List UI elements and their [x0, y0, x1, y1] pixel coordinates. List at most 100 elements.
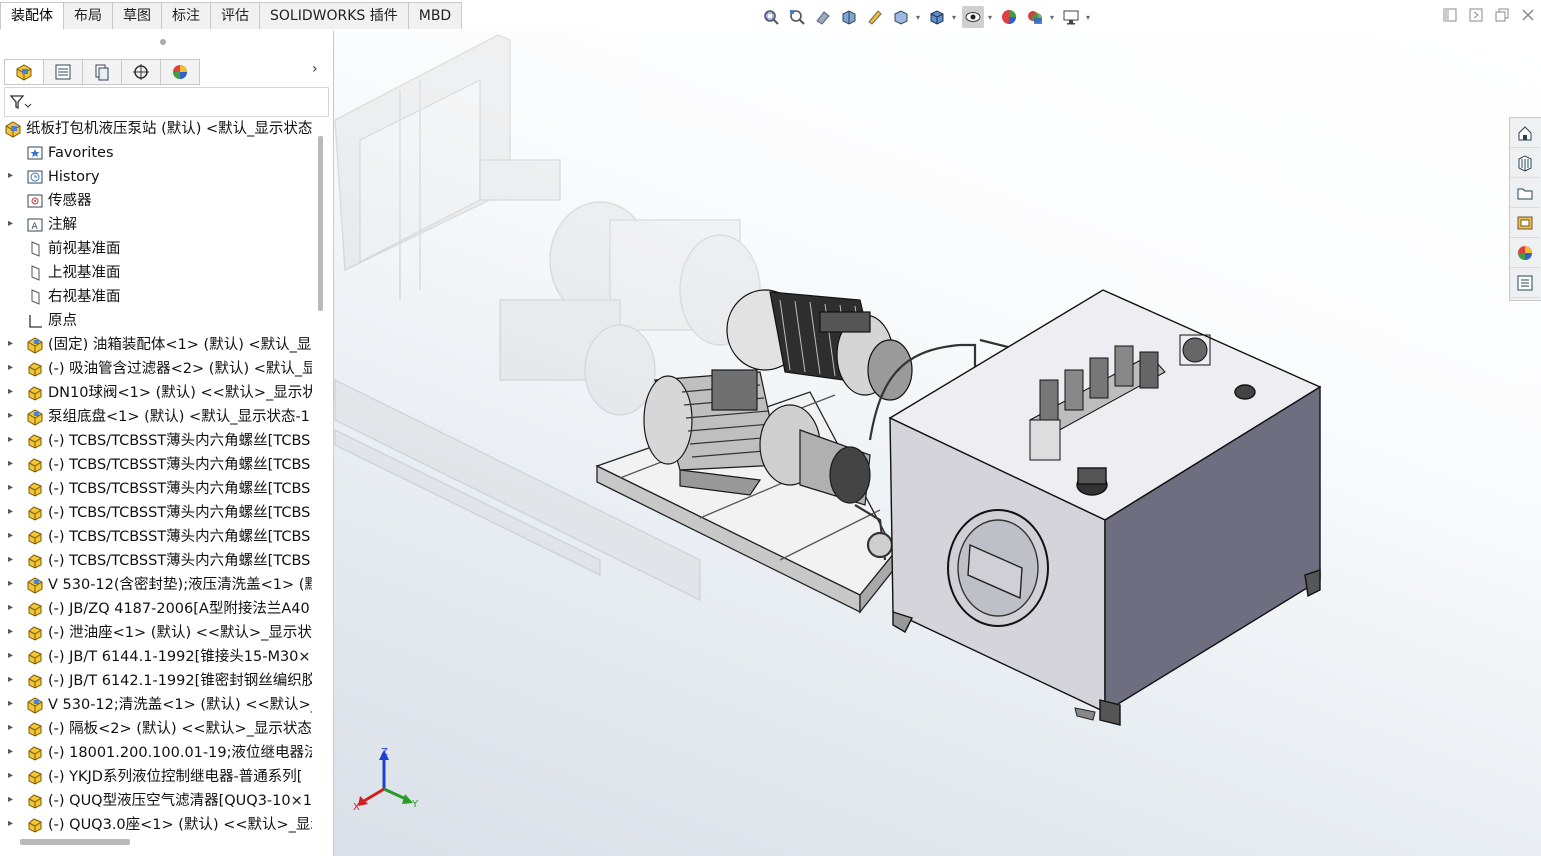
expand-caret-icon[interactable]: ▸ [8, 722, 16, 733]
hide-show-items-icon[interactable] [962, 6, 984, 28]
tree-item[interactable]: ▸ A 注解 [0, 213, 312, 237]
chevron-right-icon[interactable]: › [312, 61, 318, 77]
tree-item[interactable]: ▸ (-) JB/ZQ 4187-2006[A型附接法兰A40 [0, 597, 312, 621]
tab-assembly[interactable]: 装配体 [0, 2, 64, 29]
zoom-to-fit-icon[interactable] [760, 6, 782, 28]
tree-item[interactable]: ▸ DN10球阀<1> (默认) <<默认>_显示状 [0, 381, 312, 405]
tree-item[interactable]: Favorites [0, 141, 312, 165]
filter-icon[interactable] [9, 93, 33, 111]
tab-mbd[interactable]: MBD [407, 2, 463, 29]
tree-item[interactable]: ▸ (-) 隔板<2> (默认) <<默认>_显示状态 [0, 717, 312, 741]
expand-caret-icon[interactable]: ▸ [8, 602, 16, 613]
tree-item[interactable]: ▸ (-) JB/T 6142.1-1992[锥密封钢丝编织胶 [0, 669, 312, 693]
tree-item[interactable]: 前视基准面 [0, 237, 312, 261]
tree-item[interactable]: 上视基准面 [0, 261, 312, 285]
tree-item[interactable]: ▸ (-) 泄油座<1> (默认) <<默认>_显示状 [0, 621, 312, 645]
expand-caret-icon[interactable]: ▸ [8, 698, 16, 709]
expand-caret-icon[interactable]: ▸ [8, 626, 16, 637]
featuremanager-tree-icon[interactable] [4, 59, 44, 85]
tree-item[interactable]: ▸ (-) YKJD系列液位控制继电器-普通系列[ [0, 765, 312, 789]
tab-evaluate[interactable]: 评估 [210, 2, 260, 29]
display-manager-icon[interactable] [160, 59, 200, 85]
appearances-icon[interactable] [1510, 238, 1539, 268]
chevron-down-icon[interactable]: ▾ [1050, 13, 1056, 22]
restore-icon[interactable] [1495, 8, 1509, 22]
expand-caret-icon[interactable]: ▸ [8, 650, 16, 661]
chevron-down-icon[interactable]: ▾ [952, 13, 958, 22]
tree-item[interactable]: ▸ (固定) 油箱装配体<1> (默认) <默认_显 [0, 333, 312, 357]
edit-appearance-icon[interactable] [998, 6, 1020, 28]
tree-item[interactable]: 原点 [0, 309, 312, 333]
tree-item[interactable]: ▸ (-) TCBS/TCBSST薄头内六角螺丝[TCBS [0, 429, 312, 453]
tab-layout[interactable]: 布局 [63, 2, 113, 29]
tree-item[interactable]: ▸ 泵组底盘<1> (默认) <默认_显示状态-1 [0, 405, 312, 429]
design-library-icon[interactable] [1510, 148, 1539, 178]
apply-scene-icon[interactable] [1024, 6, 1046, 28]
expand-caret-icon[interactable]: ▸ [8, 338, 16, 349]
tree-item[interactable]: ▸ V 530-12;清洗盖<1> (默认) <<默认>_ [0, 693, 312, 717]
tree-item[interactable]: ▸ (-) 18001.200.100.01-19;液位继电器法 [0, 741, 312, 765]
expand-caret-icon[interactable]: ▸ [8, 818, 16, 829]
vertical-scrollbar[interactable] [318, 136, 323, 311]
tile-icon[interactable] [1443, 8, 1457, 22]
solidworks-resources-icon[interactable] [1510, 118, 1539, 148]
expand-caret-icon[interactable]: ▸ [8, 410, 16, 421]
expand-caret-icon[interactable]: ▸ [8, 506, 16, 517]
tree-item[interactable]: ▸ (-) TCBS/TCBSST薄头内六角螺丝[TCBS [0, 525, 312, 549]
tab-addins[interactable]: SOLIDWORKS 插件 [259, 2, 409, 29]
section-view-icon[interactable] [838, 6, 860, 28]
tile-right-icon[interactable] [1469, 8, 1483, 22]
expand-caret-icon[interactable]: ▸ [8, 170, 16, 181]
graphics-area[interactable]: Z Y X [334, 31, 1541, 856]
dynamic-annotation-icon[interactable] [864, 6, 886, 28]
expand-caret-icon[interactable]: ▸ [8, 578, 16, 589]
tree-item[interactable]: 传感器 [0, 189, 312, 213]
subassembly-icon [26, 336, 44, 354]
expand-caret-icon[interactable]: ▸ [8, 458, 16, 469]
chevron-down-icon[interactable]: ▾ [988, 13, 994, 22]
chevron-down-icon[interactable]: ▾ [1086, 13, 1092, 22]
chevron-down-icon[interactable]: ▾ [916, 13, 922, 22]
tab-markup[interactable]: 标注 [161, 2, 211, 29]
tree-filter-bar[interactable] [4, 87, 329, 117]
expand-caret-icon[interactable]: ▸ [8, 218, 16, 229]
tree-item[interactable]: ▸ (-) QUQ型液压空气滤清器[QUQ3-10×1 [0, 789, 312, 813]
expand-caret-icon[interactable]: ▸ [8, 794, 16, 805]
custom-properties-icon[interactable] [1510, 268, 1539, 298]
expand-caret-icon[interactable]: ▸ [8, 482, 16, 493]
tree-item[interactable]: ▸ (-) JB/T 6144.1-1992[锥接头15-M30× [0, 645, 312, 669]
panel-grip[interactable] [160, 39, 166, 45]
tree-item[interactable]: ▸ V 530-12(含密封垫);液压清洗盖<1> (默 [0, 573, 312, 597]
tree-root[interactable]: 纸板打包机液压泵站 (默认) <默认_显示状态 [0, 117, 312, 141]
model-view[interactable]: Z Y X [334, 31, 1541, 856]
view-palette-icon[interactable] [1510, 208, 1539, 238]
expand-caret-icon[interactable]: ▸ [8, 530, 16, 541]
expand-caret-icon[interactable]: ▸ [8, 674, 16, 685]
configuration-manager-icon[interactable] [82, 59, 122, 85]
zoom-to-area-icon[interactable] [786, 6, 808, 28]
close-icon[interactable] [1521, 8, 1535, 22]
tab-sketch[interactable]: 草图 [112, 2, 162, 29]
tree-item[interactable]: ▸ (-) TCBS/TCBSST薄头内六角螺丝[TCBS [0, 549, 312, 573]
tree-item[interactable]: 右视基准面 [0, 285, 312, 309]
previous-view-icon[interactable] [812, 6, 834, 28]
expand-caret-icon[interactable]: ▸ [8, 554, 16, 565]
view-orientation-icon[interactable] [890, 6, 912, 28]
expand-caret-icon[interactable]: ▸ [8, 770, 16, 781]
expand-caret-icon[interactable]: ▸ [8, 746, 16, 757]
file-explorer-icon[interactable] [1510, 178, 1539, 208]
view-settings-icon[interactable] [1060, 6, 1082, 28]
expand-caret-icon[interactable]: ▸ [8, 434, 16, 445]
tree-item[interactable]: ▸ (-) 吸油管含过滤器<2> (默认) <默认_显 [0, 357, 312, 381]
tree-item[interactable]: ▸ (-) TCBS/TCBSST薄头内六角螺丝[TCBS [0, 501, 312, 525]
horizontal-scrollbar[interactable] [20, 839, 130, 845]
tree-item[interactable]: ▸ (-) TCBS/TCBSST薄头内六角螺丝[TCBS [0, 453, 312, 477]
expand-caret-icon[interactable]: ▸ [8, 386, 16, 397]
property-manager-icon[interactable] [43, 59, 83, 85]
tree-item[interactable]: ▸ History [0, 165, 312, 189]
dimxpert-icon[interactable] [121, 59, 161, 85]
display-style-icon[interactable] [926, 6, 948, 28]
expand-caret-icon[interactable]: ▸ [8, 362, 16, 373]
tree-item[interactable]: ▸ (-) QUQ3.0座<1> (默认) <<默认>_显示 [0, 813, 312, 837]
tree-item[interactable]: ▸ (-) TCBS/TCBSST薄头内六角螺丝[TCBS [0, 477, 312, 501]
